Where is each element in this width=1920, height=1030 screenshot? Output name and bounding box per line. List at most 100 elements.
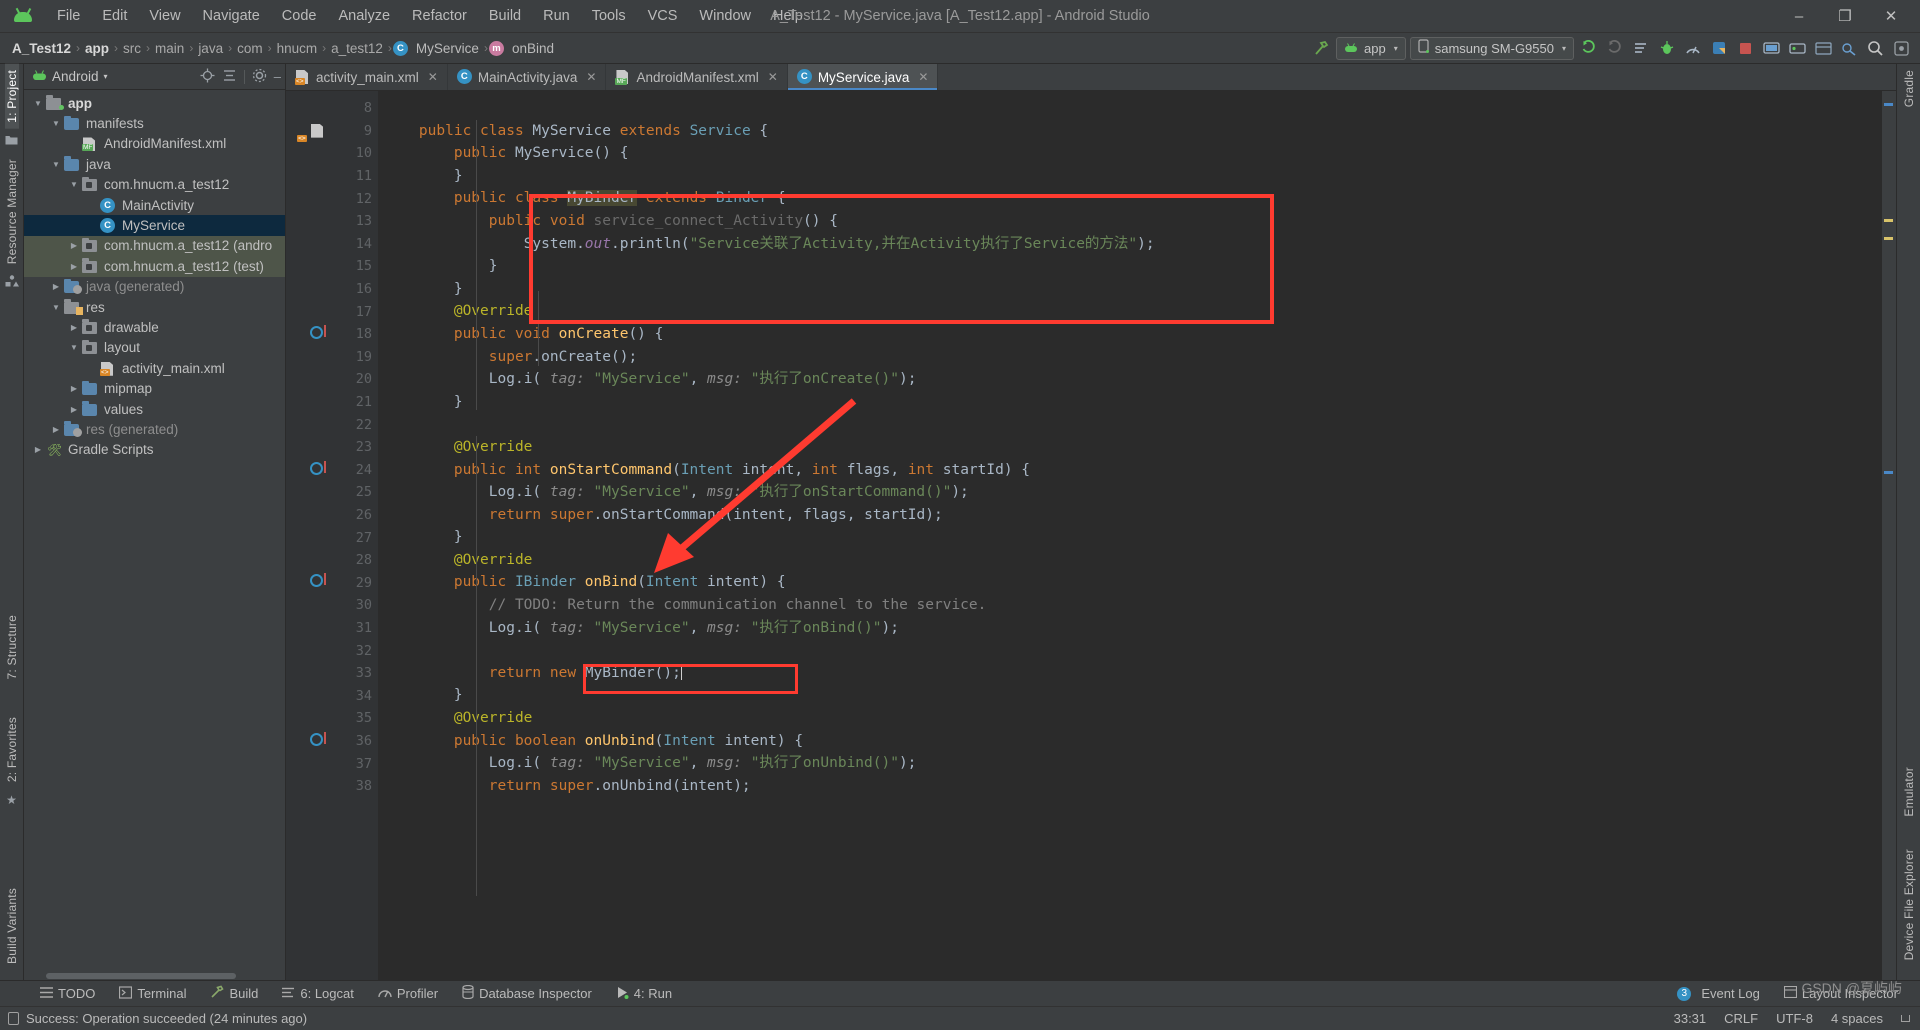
settings-gear-icon[interactable] [252, 68, 267, 86]
sdk-manager-icon[interactable] [1786, 37, 1808, 59]
close-icon[interactable]: ✕ [428, 70, 438, 84]
apply-changes-icon[interactable] [1630, 37, 1652, 59]
chevron-down-icon[interactable]: ▼ [66, 180, 82, 189]
code-line[interactable]: Log.i( tag: "MyService", msg: "执行了onStar… [378, 481, 1882, 504]
menu-view[interactable]: View [138, 5, 191, 27]
hide-panel-icon[interactable]: – [274, 69, 281, 84]
menu-code[interactable]: Code [271, 5, 328, 27]
code-line[interactable]: } [378, 165, 1882, 188]
breadcrumb-item-A_Test12[interactable]: A_Test12 [8, 40, 75, 57]
collapse-all-icon[interactable] [222, 68, 237, 86]
tree-node-activity_main.xml[interactable]: ▶<> activity_main.xml [24, 358, 285, 378]
code-line[interactable]: System.out.println("Service关联了Activity,并… [378, 233, 1882, 256]
code-line[interactable]: } [378, 255, 1882, 278]
tool-window-terminal[interactable]: Terminal [107, 984, 198, 1004]
override-marker-icon[interactable] [310, 573, 326, 588]
close-icon[interactable]: ✕ [768, 70, 778, 84]
error-stripe-markers[interactable] [1882, 91, 1896, 980]
project-view-selector[interactable]: Android ▾ [32, 69, 108, 84]
editor-tab-activity_mainxml[interactable]: <> activity_main.xml ✕ [286, 64, 448, 90]
breadcrumb-item-java[interactable]: java [194, 40, 227, 57]
code-line[interactable]: return super.onUnbind(intent); [378, 775, 1882, 798]
tree-node-myservice[interactable]: ▶C MyService [24, 215, 285, 236]
breadcrumb-item-app[interactable]: app [81, 40, 113, 57]
code-line[interactable]: public int onStartCommand(Intent intent,… [378, 459, 1882, 482]
star-icon[interactable]: ★ [6, 793, 17, 807]
tool-window-profiler[interactable]: Profiler [366, 984, 450, 1004]
tree-node-androidmanifest.xml[interactable]: ▶MF AndroidManifest.xml [24, 134, 285, 154]
code-line[interactable]: public class MyBinder extends Binder { [378, 187, 1882, 210]
avd-manager-icon[interactable] [1760, 37, 1782, 59]
project-tree[interactable]: ▼app▼manifests▶MFAndroidManifest.xml▼jav… [24, 90, 285, 971]
chevron-down-icon[interactable]: ▼ [66, 343, 82, 352]
code-line[interactable] [378, 639, 1882, 662]
build-hammer-icon[interactable] [1310, 37, 1332, 59]
project-tree-hscrollbar[interactable] [24, 971, 285, 980]
menu-analyze[interactable]: Analyze [327, 5, 401, 27]
line-separator[interactable]: CRLF [1724, 1011, 1758, 1026]
code-line[interactable]: } [378, 391, 1882, 414]
stop-icon[interactable] [1734, 37, 1756, 59]
code-line[interactable]: public IBinder onBind(Intent intent) { [378, 571, 1882, 594]
breadcrumb-item-src[interactable]: src [119, 40, 145, 57]
override-marker-icon[interactable] [310, 324, 326, 339]
chevron-right-icon[interactable]: ▶ [48, 282, 64, 291]
tree-node-java[interactable]: ▼ java [24, 154, 285, 174]
tree-node-res[interactable]: ▼ res [24, 297, 285, 317]
code-line[interactable]: @Override [378, 300, 1882, 323]
tool-window-6logcat[interactable]: 6: Logcat [270, 984, 366, 1004]
menu-edit[interactable]: Edit [91, 5, 138, 27]
code-line[interactable]: @Override [378, 549, 1882, 572]
lock-icon[interactable] [1901, 1015, 1910, 1022]
chevron-right-icon[interactable]: ▶ [66, 241, 82, 250]
override-marker-icon[interactable] [310, 731, 326, 746]
search-icon[interactable] [1864, 37, 1886, 59]
code-line[interactable]: public MyService() { [378, 142, 1882, 165]
debug-icon[interactable] [1604, 37, 1626, 59]
profile-cpu-icon[interactable] [1708, 37, 1730, 59]
profile-icon[interactable] [1682, 37, 1704, 59]
code-line[interactable]: } [378, 526, 1882, 549]
code-line[interactable]: } [378, 684, 1882, 707]
rail-tab-project[interactable]: 1: Project [4, 64, 19, 129]
menu-help[interactable]: Help [762, 5, 814, 27]
code-line[interactable]: Log.i( tag: "MyService", msg: "执行了onUnbi… [378, 752, 1882, 775]
code-line[interactable]: @Override [378, 436, 1882, 459]
code-line[interactable]: public class MyService extends Service { [378, 120, 1882, 143]
editor-tab-myservicejava[interactable]: C MyService.java ✕ [787, 64, 939, 90]
tree-node-app[interactable]: ▼ app [24, 93, 285, 113]
code-line[interactable]: Log.i( tag: "MyService", msg: "执行了onCrea… [378, 368, 1882, 391]
tool-window-databaseinspector[interactable]: Database Inspector [450, 983, 604, 1004]
settings-gear-icon[interactable] [1890, 37, 1912, 59]
tree-node-mipmap[interactable]: ▶ mipmap [24, 378, 285, 398]
chevron-right-icon[interactable]: ▶ [66, 323, 82, 332]
tree-node-com.hnucm.a_test12andro[interactable]: ▶ com.hnucm.a_test12 (andro [24, 235, 285, 257]
minimize-button[interactable]: – [1776, 0, 1822, 32]
rail-tab-build-variants[interactable]: Build Variants [5, 882, 19, 970]
code-line[interactable]: } [378, 278, 1882, 301]
breadcrumb-item-onBind[interactable]: m onBind [488, 40, 558, 57]
tree-node-mainactivity[interactable]: ▶C MainActivity [24, 195, 285, 215]
menu-refactor[interactable]: Refactor [401, 5, 478, 27]
code-line[interactable]: public void onCreate() { [378, 323, 1882, 346]
rail-tab-resource-manager[interactable]: Resource Manager [5, 153, 19, 270]
rail-tab-structure[interactable]: 7: Structure [5, 609, 19, 685]
indent-setting[interactable]: 4 spaces [1831, 1011, 1883, 1026]
code-line[interactable] [378, 97, 1882, 120]
chevron-down-icon[interactable]: ▼ [48, 119, 64, 128]
rail-tab-gradle[interactable]: Gradle [1902, 64, 1916, 113]
layout-resource-marker-icon[interactable]: <> [297, 123, 323, 142]
code-editor[interactable]: 8 <> 9 10▾11▾12▾13▾ 14 15▾ 16 17 18▾ 19 20 21 22 23 24… [286, 91, 1896, 980]
code-line[interactable]: // TODO: Return the communication channe… [378, 594, 1882, 617]
file-encoding[interactable]: UTF-8 [1776, 1011, 1813, 1026]
close-button[interactable]: ✕ [1868, 0, 1914, 32]
attach-debugger-icon[interactable] [1656, 37, 1678, 59]
chevron-down-icon[interactable]: ▼ [48, 303, 64, 312]
tree-node-com.hnucm.a_test12test[interactable]: ▶ com.hnucm.a_test12 (test) [24, 256, 285, 277]
tool-window-eventlog[interactable]: 3 Event Log [1665, 984, 1772, 1003]
tool-window-todo[interactable]: TODO [28, 984, 107, 1004]
close-icon[interactable]: ✕ [586, 70, 596, 84]
code-line[interactable]: return new MyBinder(); [378, 662, 1882, 685]
menu-navigate[interactable]: Navigate [192, 5, 271, 27]
tree-node-manifests[interactable]: ▼ manifests [24, 113, 285, 133]
